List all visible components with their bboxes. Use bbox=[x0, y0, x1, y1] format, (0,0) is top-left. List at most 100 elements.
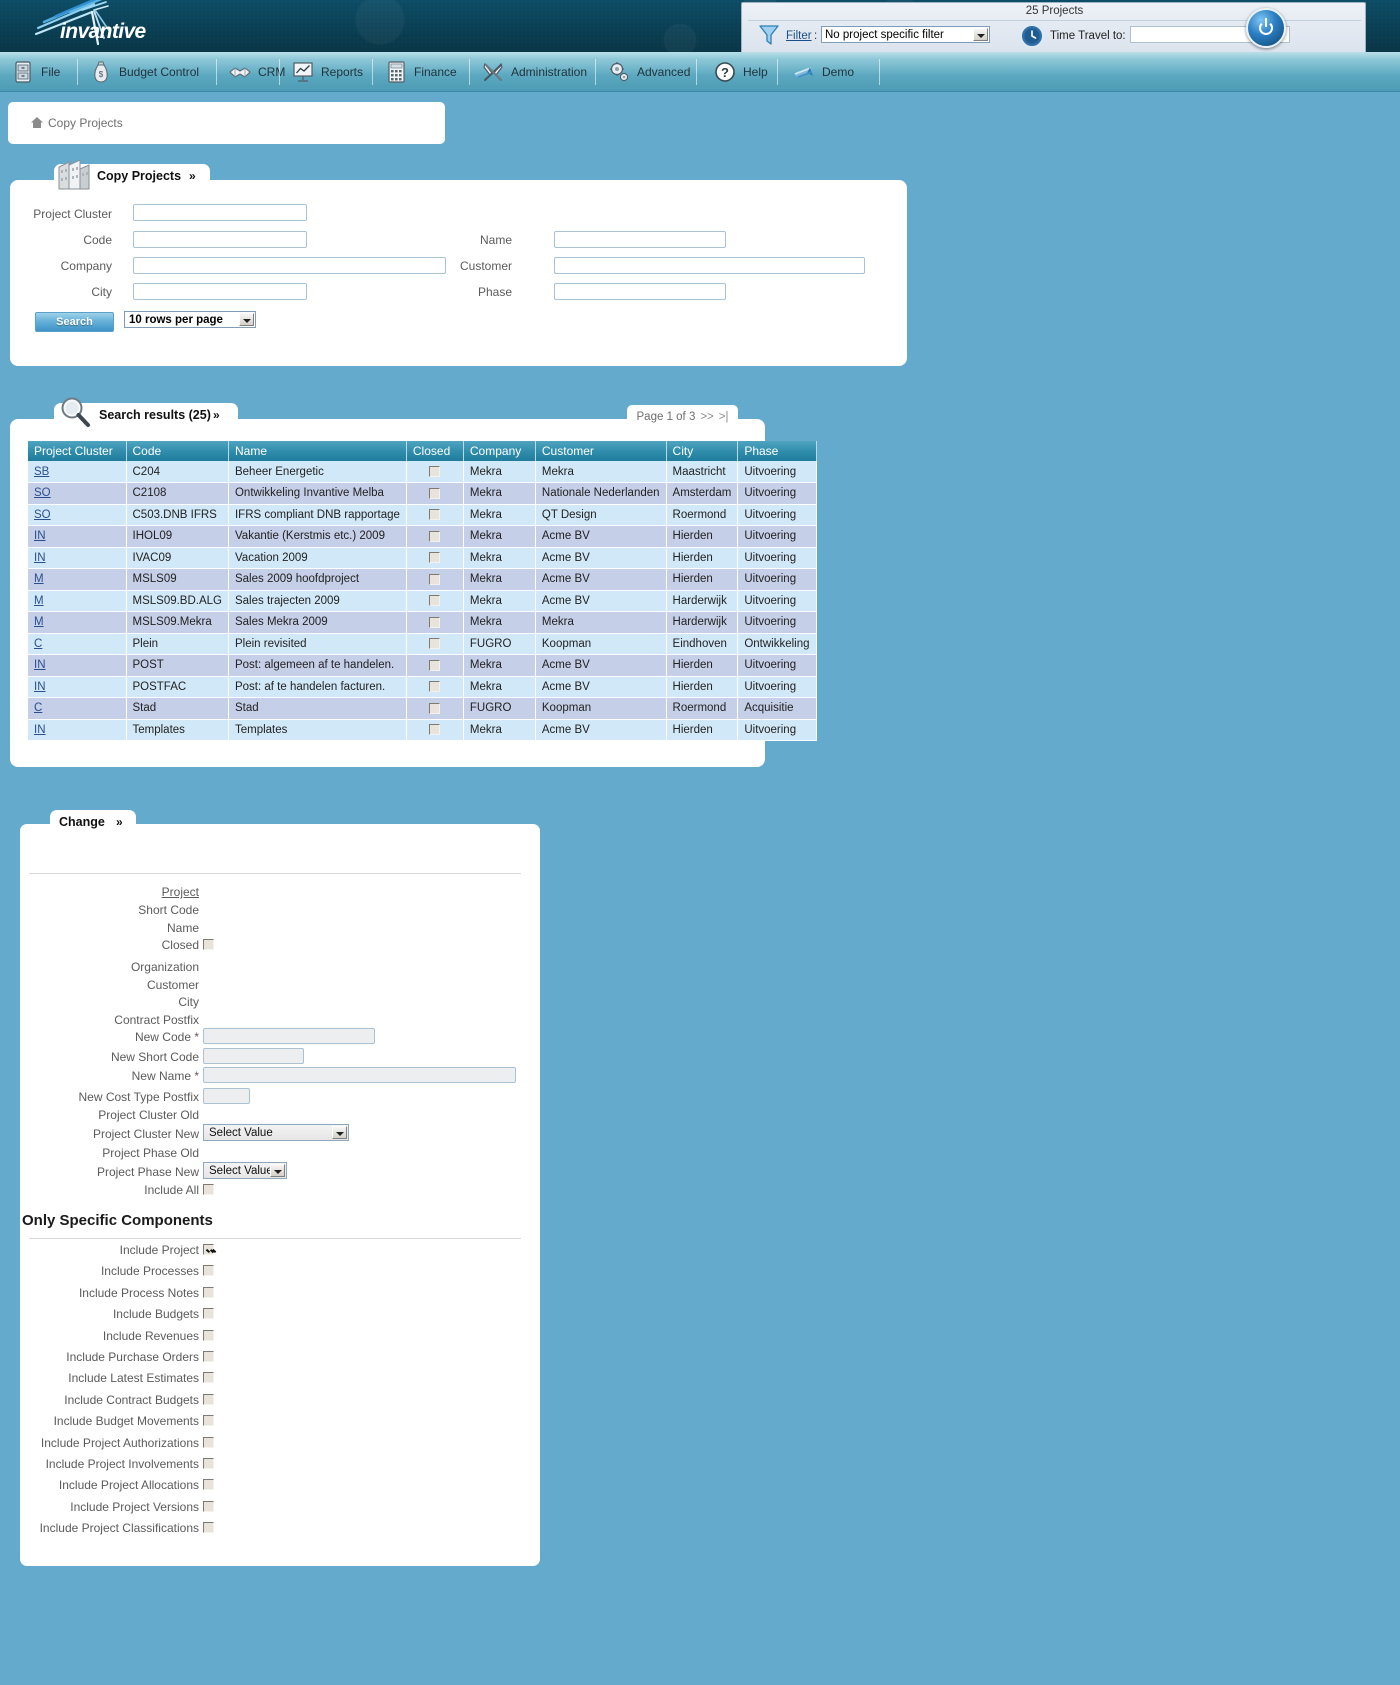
table-row[interactable]: C Plein Plein revisited FUGRO Koopman Eindhov… bbox=[28, 633, 817, 655]
component-checkbox-include-processes[interactable] bbox=[203, 1265, 214, 1276]
table-row[interactable]: SO C2108 Ontwikkeling Invantive Melba Mekra… bbox=[28, 482, 817, 505]
input-company[interactable] bbox=[133, 257, 446, 274]
project-cluster-link[interactable]: IN bbox=[34, 681, 46, 693]
input-project-cluster[interactable] bbox=[133, 204, 307, 221]
logout-power-button[interactable] bbox=[1246, 8, 1286, 48]
input-code[interactable] bbox=[133, 231, 307, 248]
closed-checkbox[interactable] bbox=[429, 487, 441, 499]
col-project-cluster[interactable]: Project Cluster bbox=[28, 441, 127, 461]
col-city[interactable]: City bbox=[666, 441, 739, 461]
input-city[interactable] bbox=[133, 283, 307, 300]
change-input-new-name[interactable] bbox=[203, 1067, 516, 1083]
change-input-new-cost-type-postfix[interactable] bbox=[203, 1088, 250, 1104]
col-phase[interactable]: Phase bbox=[737, 441, 817, 461]
component-checkbox-include-budget-movements[interactable] bbox=[203, 1415, 214, 1426]
project-cluster-link[interactable]: IN bbox=[34, 530, 46, 542]
input-name[interactable] bbox=[554, 231, 726, 248]
change-checkbox-closed[interactable] bbox=[203, 939, 214, 950]
component-checkbox-include-project-versions[interactable] bbox=[203, 1501, 214, 1512]
component-checkbox-include-project-authorizations[interactable] bbox=[203, 1437, 214, 1448]
project-cluster-link[interactable]: IN bbox=[34, 659, 46, 671]
component-checkbox-include-contract-budgets[interactable] bbox=[203, 1394, 214, 1405]
closed-checkbox[interactable] bbox=[429, 681, 441, 693]
closed-checkbox[interactable] bbox=[429, 573, 441, 585]
menu-item-administration[interactable]: Administration bbox=[470, 52, 599, 92]
change-input-new-short-code[interactable] bbox=[203, 1048, 304, 1064]
project-cluster-link[interactable]: SO bbox=[34, 487, 51, 499]
closed-checkbox[interactable] bbox=[429, 465, 441, 477]
menu-item-finance[interactable]: Finance bbox=[373, 52, 469, 92]
filter-select[interactable]: No project specific filter bbox=[821, 26, 990, 43]
filter-link[interactable]: Filter bbox=[786, 30, 812, 42]
menu-item-advanced[interactable]: Advanced bbox=[596, 52, 702, 92]
project-cluster-link[interactable]: IN bbox=[34, 724, 46, 736]
component-checkbox-include-latest-estimates[interactable] bbox=[203, 1372, 214, 1383]
col-name[interactable]: Name bbox=[228, 441, 407, 461]
table-row[interactable]: IN IHOL09 Vakantie (Kerstmis etc.) 2009 Mek… bbox=[28, 525, 817, 548]
project-cluster-link[interactable]: SB bbox=[34, 466, 49, 478]
col-company[interactable]: Company bbox=[463, 441, 536, 461]
closed-checkbox[interactable] bbox=[429, 659, 441, 671]
rows-per-page-select[interactable]: 10 rows per page bbox=[124, 311, 256, 328]
table-row[interactable]: IN POSTFAC Post: af te handelen facturen. M… bbox=[28, 676, 817, 698]
closed-checkbox[interactable] bbox=[429, 552, 441, 564]
change-tab[interactable]: Change » bbox=[50, 810, 136, 836]
menu-item-file[interactable]: File bbox=[0, 52, 72, 92]
table-row[interactable]: IN POST Post: algemeen af te handelen. Mekr… bbox=[28, 654, 817, 677]
closed-checkbox[interactable] bbox=[429, 595, 441, 607]
closed-checkbox[interactable] bbox=[429, 616, 441, 628]
chevron-down-icon[interactable] bbox=[239, 313, 254, 326]
change-input-new-code[interactable] bbox=[203, 1028, 375, 1044]
component-checkbox-include-process-notes[interactable] bbox=[203, 1287, 214, 1298]
menu-item-budget-control[interactable]: $ Budget Control bbox=[78, 52, 211, 92]
closed-checkbox[interactable] bbox=[429, 530, 441, 542]
menu-item-demo[interactable]: Demo bbox=[781, 52, 866, 92]
pager-last-button[interactable]: >| bbox=[719, 411, 729, 423]
menu-item-help[interactable]: ? Help bbox=[702, 52, 780, 92]
table-row[interactable]: M MSLS09.Mekra Sales Mekra 2009 Mekra Mekra H… bbox=[28, 611, 817, 634]
component-checkbox-include-revenues[interactable] bbox=[203, 1330, 214, 1341]
closed-checkbox[interactable] bbox=[429, 509, 441, 521]
chevron-down-icon[interactable] bbox=[973, 28, 988, 41]
project-cluster-link[interactable]: C bbox=[34, 702, 42, 714]
component-checkbox-include-project-involvements[interactable] bbox=[203, 1458, 214, 1469]
menu-item-reports[interactable]: Reports bbox=[280, 52, 375, 92]
pager-next-button[interactable]: >> bbox=[700, 411, 713, 423]
search-button[interactable]: Search bbox=[35, 312, 114, 332]
change-label-project[interactable]: Project bbox=[19, 885, 199, 899]
input-customer[interactable] bbox=[554, 257, 865, 274]
table-row[interactable]: IN IVAC09 Vacation 2009 Mekra Acme BV Hierden… bbox=[28, 547, 817, 569]
project-cluster-link[interactable]: C bbox=[34, 638, 42, 650]
table-row[interactable]: SO C503.DNB IFRS IFRS compliant DNB rappor… bbox=[28, 504, 817, 526]
component-checkbox-include-project-classifications[interactable] bbox=[203, 1522, 214, 1533]
table-row[interactable]: C Stad Stad FUGRO Koopman Roermond Acquisitie bbox=[28, 697, 817, 720]
project-cluster-link[interactable]: SO bbox=[34, 509, 51, 521]
col-closed[interactable]: Closed bbox=[406, 441, 464, 461]
table-row[interactable]: IN Templates Templates Mekra Acme BV Hierden U… bbox=[28, 719, 817, 741]
chevron-up-icon[interactable]: » bbox=[116, 815, 123, 829]
project-cluster-link[interactable]: M bbox=[34, 616, 44, 628]
component-checkbox-include-project[interactable] bbox=[203, 1244, 214, 1255]
table-row[interactable]: M MSLS09 Sales 2009 hoofdproject Mekra Acme … bbox=[28, 568, 817, 591]
input-phase[interactable] bbox=[554, 283, 726, 300]
chevron-up-icon[interactable]: » bbox=[189, 169, 196, 183]
component-checkbox-include-project-allocations[interactable] bbox=[203, 1479, 214, 1490]
chevron-down-icon[interactable] bbox=[270, 1164, 285, 1177]
col-customer[interactable]: Customer bbox=[535, 441, 667, 461]
table-row[interactable]: SB C204 Beheer Energetic Mekra Mekra Maastric… bbox=[28, 461, 817, 483]
project-cluster-link[interactable]: M bbox=[34, 573, 44, 585]
change-checkbox-include-all[interactable] bbox=[203, 1184, 214, 1195]
project-cluster-link[interactable]: IN bbox=[34, 552, 46, 564]
change-select-project-cluster-new[interactable]: Select Value bbox=[203, 1124, 349, 1141]
closed-checkbox[interactable] bbox=[429, 638, 441, 650]
change-select-project-phase-new[interactable]: Select Value bbox=[203, 1162, 287, 1179]
component-checkbox-include-purchase-orders[interactable] bbox=[203, 1351, 214, 1362]
table-row[interactable]: M MSLS09.BD.ALG Sales trajecten 2009 Mekra A… bbox=[28, 590, 817, 612]
chevron-down-icon[interactable] bbox=[332, 1126, 347, 1139]
closed-checkbox[interactable] bbox=[429, 702, 441, 714]
col-code[interactable]: Code bbox=[126, 441, 229, 461]
component-checkbox-include-budgets[interactable] bbox=[203, 1308, 214, 1319]
project-cluster-link[interactable]: M bbox=[34, 595, 44, 607]
invantive-logo[interactable]: invantive bbox=[22, 0, 182, 52]
closed-checkbox[interactable] bbox=[429, 724, 441, 736]
